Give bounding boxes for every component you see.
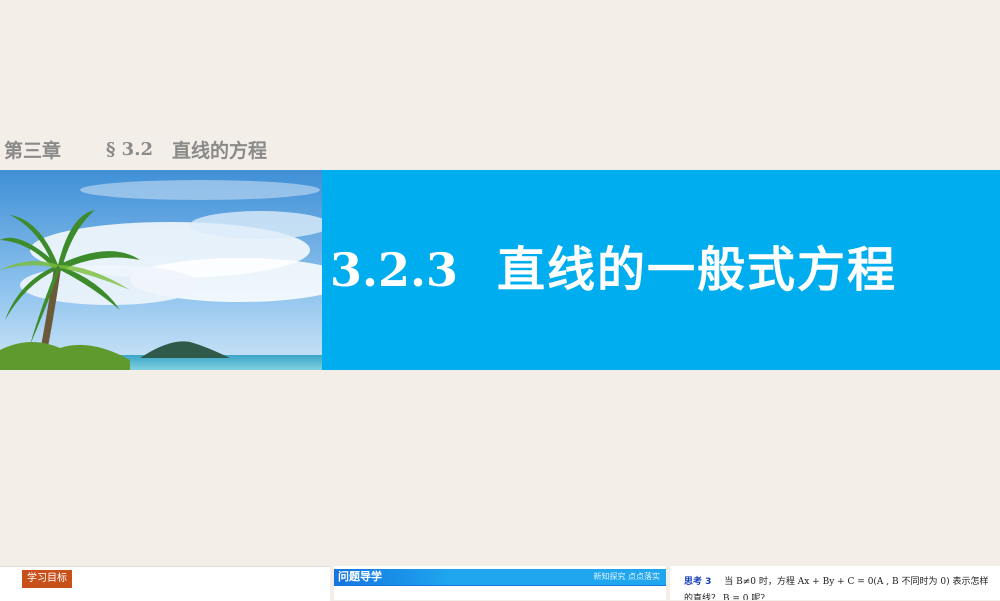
slide-thumbnail-study-goals[interactable]: 学习目标: [0, 566, 330, 601]
beach-palm-photo: [0, 170, 322, 370]
guide-underline: [334, 585, 666, 586]
guide-header-bar: 问题导学 新知探究 点点落实: [334, 569, 666, 586]
section-number: § 3.2: [106, 138, 153, 160]
lesson-number: 3.2.3: [330, 243, 459, 297]
breadcrumb: 第三章 § 3.2 直线的方程: [4, 136, 267, 162]
lesson-title: 直线的一般式方程: [497, 242, 898, 298]
think-tag: 思考 3: [684, 577, 712, 587]
title-banner: 3.2.3 直线的一般式方程: [0, 170, 1000, 370]
guide-right-text: 新知探究 点点落实: [593, 572, 660, 581]
study-goal-badge: 学习目标: [22, 570, 72, 588]
slide-thumbnail-think[interactable]: 思考 3 当 B≠0 时，方程 Ax + By + C = 0(A , B 不同…: [670, 566, 1000, 600]
chapter-label: 第三章: [4, 139, 62, 162]
guide-label: 问题导学: [338, 570, 382, 583]
think-question: 思考 3 当 B≠0 时，方程 Ax + By + C = 0(A , B 不同…: [684, 574, 994, 600]
section-title: 直线的方程: [172, 139, 268, 162]
slide-thumbnail-guide[interactable]: 问题导学 新知探究 点点落实: [334, 566, 666, 600]
think-text: 当 B≠0 时，方程 Ax + By + C = 0(A , B 不同时为 0)…: [684, 577, 989, 600]
